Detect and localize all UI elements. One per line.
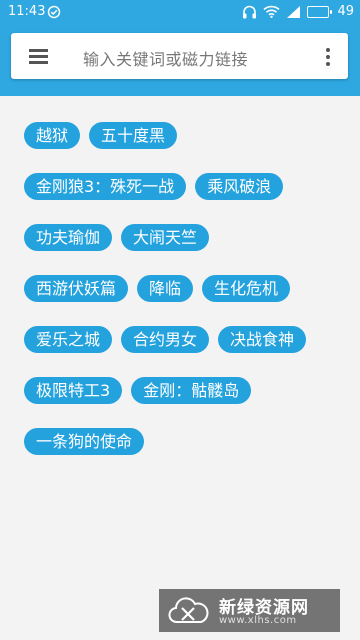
tag-item[interactable]: 降临 xyxy=(137,275,194,302)
cloud-logo-icon xyxy=(168,597,209,623)
app-header: 11:43 49 输入关键词或磁力链接 xyxy=(0,0,360,96)
tag-item[interactable]: 生化危机 xyxy=(202,275,291,302)
menu-icon[interactable] xyxy=(27,46,51,66)
battery-level: 49 xyxy=(337,4,354,19)
signal-icon xyxy=(287,6,301,18)
tag-item[interactable]: 西游伏妖篇 xyxy=(24,275,129,302)
watermark-url: www.xlhs.com xyxy=(219,615,297,626)
search-input[interactable]: 输入关键词或磁力链接 xyxy=(83,46,248,70)
headphones-icon xyxy=(243,5,257,18)
tag-item[interactable]: 大闹天竺 xyxy=(121,224,210,251)
tag-item[interactable]: 爱乐之城 xyxy=(24,326,113,353)
tag-item[interactable]: 乘风破浪 xyxy=(195,173,284,200)
tag-item[interactable]: 一条狗的使命 xyxy=(24,428,145,455)
tag-item[interactable]: 五十度黑 xyxy=(89,122,178,149)
tag-item[interactable]: 功夫瑜伽 xyxy=(24,224,113,251)
status-time: 11:43 xyxy=(8,4,46,19)
search-bar[interactable]: 输入关键词或磁力链接 xyxy=(11,33,348,79)
battery-icon xyxy=(307,5,333,18)
watermark: 新绿资源网 www.xlhs.com xyxy=(159,589,340,632)
tag-item[interactable]: 决战食神 xyxy=(218,326,307,353)
hot-tags-list: 越狱 五十度黑 金刚狼3：殊死一战 乘风破浪 功夫瑜伽 大闹天竺 西游伏妖篇 降… xyxy=(24,122,342,455)
check-circle-icon xyxy=(47,5,61,19)
wifi-icon xyxy=(263,5,280,18)
tag-item[interactable]: 合约男女 xyxy=(121,326,210,353)
tag-item[interactable]: 极限特工3 xyxy=(24,377,123,404)
tag-item[interactable]: 越狱 xyxy=(24,122,81,149)
status-bar: 11:43 49 xyxy=(0,0,360,24)
tag-item[interactable]: 金刚：骷髅岛 xyxy=(131,377,252,404)
more-vertical-icon[interactable] xyxy=(324,47,332,67)
tag-item[interactable]: 金刚狼3：殊死一战 xyxy=(24,173,187,200)
status-icons: 49 xyxy=(242,4,354,19)
